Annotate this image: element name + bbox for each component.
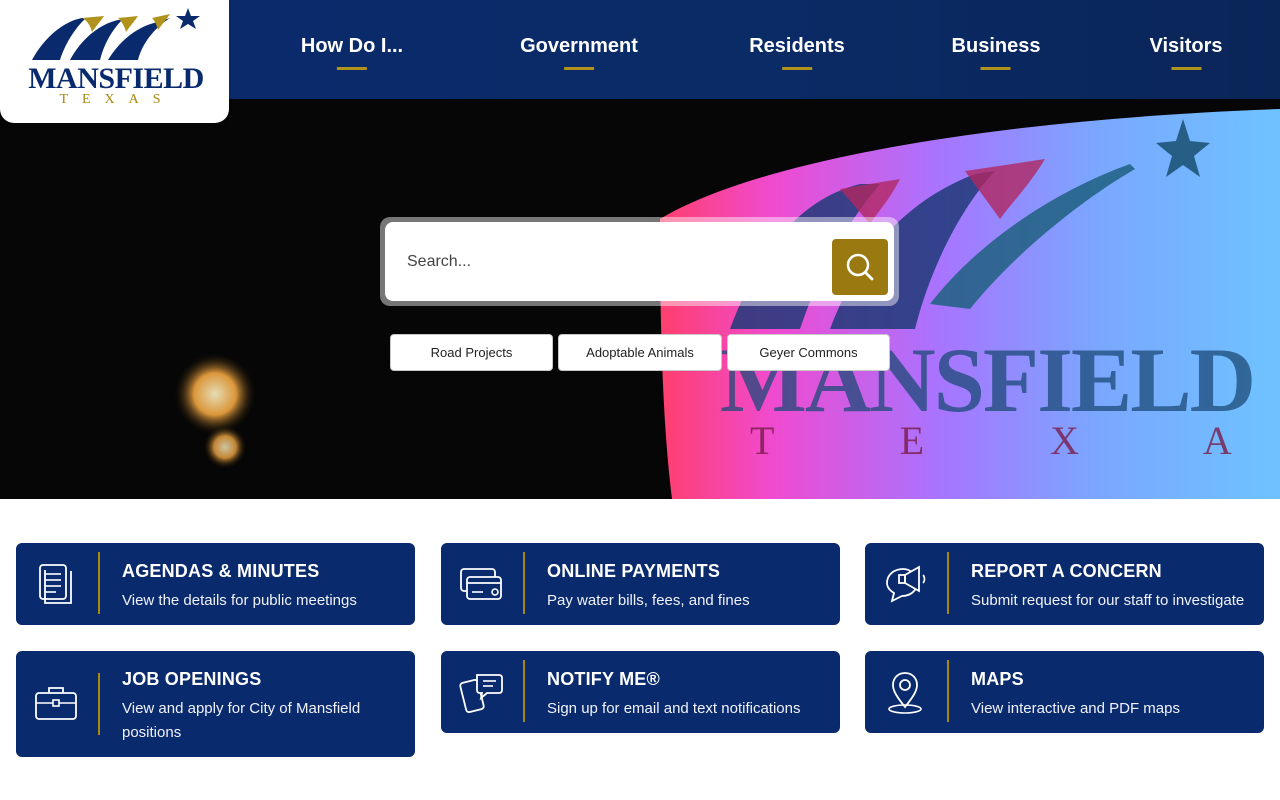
- nav-label: Government: [520, 35, 638, 57]
- card-divider: [523, 660, 525, 722]
- document-icon: [39, 564, 72, 604]
- card-job-openings[interactable]: JOB OPENINGS View and apply for City of …: [16, 651, 415, 757]
- site-logo[interactable]: MANSFIELD TEXAS: [0, 0, 229, 123]
- card-divider: [523, 552, 525, 614]
- search-icon: [846, 253, 874, 281]
- card-title: MAPS: [971, 669, 1024, 689]
- card-divider: [98, 673, 100, 735]
- logo-swoosh-icon: [32, 8, 200, 60]
- card-description: Pay water bills, fees, and fines: [547, 592, 750, 609]
- nav-label: Visitors: [1149, 35, 1223, 57]
- card-divider: [947, 660, 949, 722]
- quick-link-geyer-commons[interactable]: Geyer Commons: [727, 334, 890, 371]
- card-title: NOTIFY ME®: [547, 669, 660, 689]
- card-title: AGENDAS & MINUTES: [122, 561, 320, 581]
- nav-underline: [1171, 67, 1201, 70]
- card-description: View the details for public meetings: [122, 592, 357, 609]
- card-description: View interactive and PDF maps: [971, 700, 1180, 717]
- nav-visitors[interactable]: Visitors: [1149, 35, 1223, 70]
- nav-label: How Do I...: [300, 35, 404, 57]
- nav-how-do-i[interactable]: How Do I...: [300, 35, 404, 70]
- nav-government[interactable]: Government: [520, 35, 638, 70]
- map-pin-icon: [888, 672, 922, 714]
- nav-underline: [564, 67, 594, 70]
- nav-business[interactable]: Business: [951, 35, 1041, 70]
- nav-underline: [337, 67, 367, 70]
- card-notify-me[interactable]: NOTIFY ME® Sign up for email and text no…: [441, 651, 840, 733]
- search-container: [385, 222, 894, 301]
- nav-label: Residents: [749, 35, 845, 57]
- main-nav: How Do I... Government Residents Busines…: [229, 0, 1280, 99]
- card-title: REPORT A CONCERN: [971, 561, 1162, 581]
- card-agendas-minutes[interactable]: AGENDAS & MINUTES View the details for p…: [16, 543, 415, 625]
- search-button[interactable]: [832, 239, 888, 295]
- quick-link-road-projects[interactable]: Road Projects: [390, 334, 553, 371]
- card-maps[interactable]: MAPS View interactive and PDF maps: [865, 651, 1264, 733]
- logo-wordmark: MANSFIELD: [28, 62, 204, 95]
- card-online-payments[interactable]: ONLINE PAYMENTS Pay water bills, fees, a…: [441, 543, 840, 625]
- card-title: ONLINE PAYMENTS: [547, 561, 721, 581]
- briefcase-icon: [35, 687, 77, 720]
- firework-icon: [203, 425, 247, 469]
- search-input[interactable]: [407, 248, 807, 276]
- megaphone-chat-icon: [886, 565, 926, 603]
- logo-subtitle: TEXAS: [59, 92, 175, 107]
- card-description: Sign up for email and text notifications: [547, 700, 801, 717]
- nav-underline: [981, 67, 1011, 70]
- phone-message-icon: [459, 674, 503, 713]
- nav-underline: [782, 67, 812, 70]
- card-divider: [98, 552, 100, 614]
- card-title: JOB OPENINGS: [122, 669, 262, 689]
- credit-card-icon: [460, 568, 502, 600]
- card-divider: [947, 552, 949, 614]
- firework-icon: [173, 352, 257, 436]
- card-report-concern[interactable]: REPORT A CONCERN Submit request for our …: [865, 543, 1264, 625]
- search-box: [380, 217, 899, 306]
- card-description: View and apply for City of Mansfield pos…: [122, 700, 361, 741]
- sign-subtitle: T E X A S: [750, 418, 1280, 463]
- card-description: Submit request for our staff to investig…: [971, 592, 1245, 609]
- nav-residents[interactable]: Residents: [749, 35, 845, 70]
- nav-label: Business: [951, 35, 1041, 57]
- quick-link-adoptable-animals[interactable]: Adoptable Animals: [558, 334, 722, 371]
